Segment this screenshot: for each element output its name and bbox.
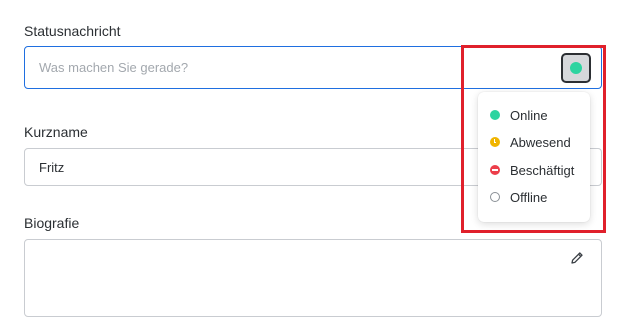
status-option-away[interactable]: Abwesend	[490, 132, 586, 152]
status-option-label: Abwesend	[510, 134, 571, 150]
status-option-label: Online	[510, 107, 548, 123]
status-option-label: Beschäftigt	[510, 162, 575, 178]
nickname-value: Fritz	[39, 160, 65, 175]
status-input[interactable]: Was machen Sie gerade?	[24, 46, 602, 89]
status-picker-button[interactable]	[561, 53, 591, 83]
clock-icon	[490, 137, 500, 147]
status-option-busy[interactable]: Beschäftigt	[490, 160, 586, 180]
minus-circle-icon	[490, 165, 500, 175]
online-status-icon	[570, 62, 582, 74]
status-label: Statusnachricht	[24, 23, 121, 39]
status-menu: Online Abwesend Beschäftigt Offline	[478, 92, 590, 222]
status-option-online[interactable]: Online	[490, 105, 586, 125]
green-dot-icon	[490, 110, 500, 120]
empty-circle-icon	[490, 192, 500, 202]
status-option-label: Offline	[510, 189, 548, 205]
status-input-placeholder: Was machen Sie gerade?	[39, 60, 189, 75]
bio-textarea[interactable]	[24, 239, 602, 317]
pencil-icon[interactable]	[569, 250, 585, 266]
nickname-label: Kurzname	[24, 124, 88, 140]
bio-label: Biografie	[24, 215, 80, 231]
status-option-offline[interactable]: Offline	[490, 187, 586, 207]
